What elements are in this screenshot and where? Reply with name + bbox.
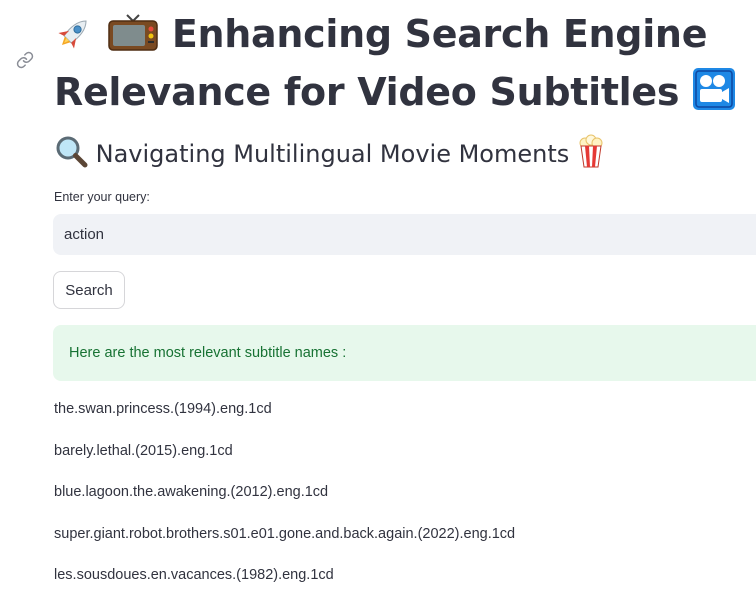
search-button[interactable]: Search <box>53 271 125 309</box>
link-icon[interactable] <box>15 50 35 70</box>
list-item: the.swan.princess.(1994).eng.1cd <box>54 401 272 417</box>
list-item: blue.lagoon.the.awakening.(2012).eng.1cd <box>54 484 329 500</box>
app-page: Enhancing Search Engine Relevance for Vi… <box>0 0 756 606</box>
list-item: super.giant.robot.brothers.s01.e01.gone.… <box>54 525 516 542</box>
query-input[interactable] <box>53 214 756 255</box>
popcorn-icon <box>577 134 605 180</box>
success-alert: Here are the most relevant subtitle name… <box>53 325 756 381</box>
subheader-text: Navigating Multilingual Movie Moments <box>95 140 570 168</box>
list-item: barely.lethal.(2015).eng.1cd <box>54 442 233 459</box>
list-item: les.sousdoues.en.vacances.(1982).eng.1cd <box>54 567 334 583</box>
success-message: Here are the most relevant subtitle name… <box>69 345 347 361</box>
television-icon <box>107 13 159 66</box>
query-label: Enter your query: <box>54 190 150 204</box>
page-title: Enhancing Search Engine Relevance for Vi… <box>54 8 754 124</box>
magnifying-glass-icon <box>54 134 88 180</box>
results-list: the.swan.princess.(1994).eng.1cd barely.… <box>54 398 515 606</box>
subheader: Navigating Multilingual Movie Moments <box>54 134 605 180</box>
movie-camera-icon <box>692 67 736 124</box>
rocket-icon <box>54 13 94 66</box>
